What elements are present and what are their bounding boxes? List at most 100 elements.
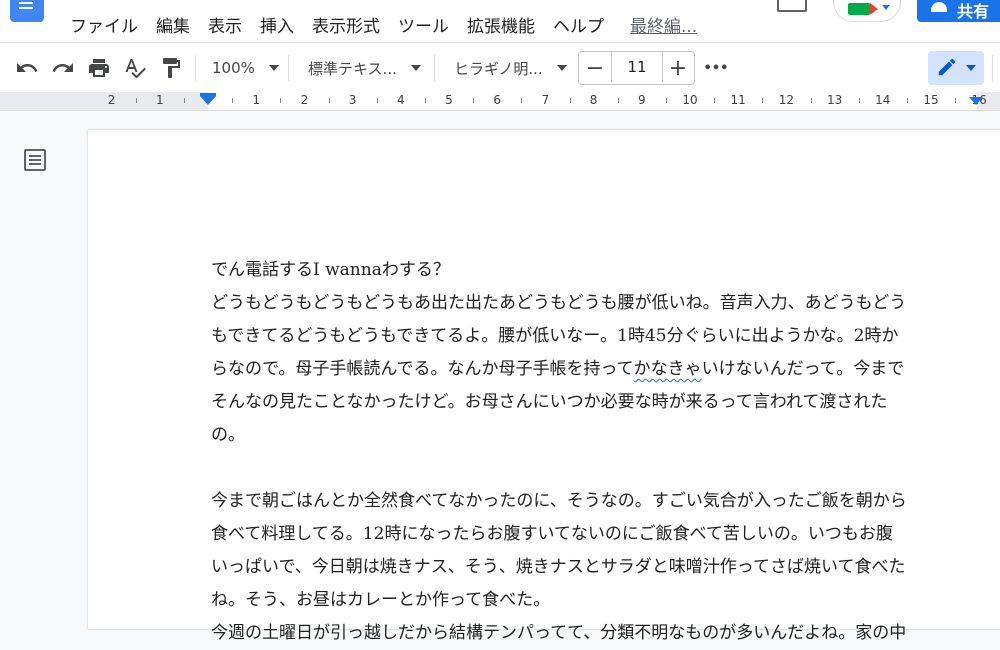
undo-icon xyxy=(17,63,38,72)
document-line[interactable] xyxy=(211,452,981,485)
ruler-number: 7 xyxy=(541,93,550,107)
print-button[interactable] xyxy=(84,43,114,93)
meet-button[interactable] xyxy=(833,0,901,22)
font-select[interactable]: ヒラギノ明... xyxy=(454,43,567,93)
ruler-number: 6 xyxy=(493,93,502,107)
edit-mode-pencil-icon xyxy=(938,58,956,76)
spellcheck-icon xyxy=(125,59,146,79)
style-value: 標準テキス... xyxy=(308,59,397,78)
document-line[interactable]: どうもどうもどうもどうもあ出た出たあどうもどうも腰が低いね。音声入力、あどうもど… xyxy=(211,287,981,320)
ruler-number: 2 xyxy=(300,93,309,107)
toolbar-divider xyxy=(288,55,289,81)
more-icon: ••• xyxy=(703,60,729,76)
ruler-tick xyxy=(858,98,860,103)
toolbar-divider xyxy=(434,55,435,81)
spellcheck-button[interactable] xyxy=(120,43,150,93)
ruler-number: 13 xyxy=(826,93,843,107)
font-size-stepper: − 11 + xyxy=(578,51,695,85)
line-text: 今週の土曜日が引っ越しだから結構テンパってて、分類不明なものが多いんだよね。家の… xyxy=(211,623,907,643)
redo-button[interactable] xyxy=(48,43,78,93)
print-icon xyxy=(89,59,109,77)
document-line[interactable]: いっぱいで、今日朝は焼きナス、そう、焼きナスとサラダと味噌汁作ってさば焼いて食べ… xyxy=(211,551,981,584)
line-text: ね。そう、お昼はカレーとか作って食べた。 xyxy=(211,590,551,610)
top-bar: ファイル 編集 表示 挿入 表示形式 ツール 拡張機能 ヘルプ 最終編... 共… xyxy=(0,0,1000,42)
menu-tools[interactable]: ツール xyxy=(398,12,449,37)
last-edit-link[interactable]: 最終編... xyxy=(630,12,697,37)
ruler-tick xyxy=(617,98,619,103)
decrease-font-size-button[interactable]: − xyxy=(579,52,611,84)
ruler-tick xyxy=(762,98,764,103)
horizontal-ruler[interactable]: 2 1 1 2 3 4 5 6 7 8 9 10 11 12 13 14 15 16 xyxy=(0,92,1000,111)
line-text: でん電話するI wannaわする？ xyxy=(211,260,450,280)
document-line[interactable]: でん電話するI wannaわする？ xyxy=(211,254,981,287)
ruler-tick xyxy=(183,98,185,103)
line-text: 食べて料理してる。12時になったらお腹すいてないのにご飯食べて苦しいの。いつもお… xyxy=(211,524,893,544)
document-line[interactable]: もできてるどうもどうもできてるよ。腰が低いなー。1時45分ぐらいに出ようかな。2… xyxy=(211,320,981,353)
menu-format[interactable]: 表示形式 xyxy=(312,12,380,37)
more-button[interactable]: ••• xyxy=(703,43,729,93)
document-line[interactable]: 今週の土曜日が引っ越しだから結構テンパってて、分類不明なものが多いんだよね。家の… xyxy=(211,617,981,650)
document-line[interactable]: 今まで朝ごはんとか全然食べてなかったのに、そうなの。すごい気合が入ったご飯を朝か… xyxy=(211,485,981,518)
menu-insert[interactable]: 挿入 xyxy=(260,12,294,37)
ruler-tick xyxy=(280,98,282,103)
ruler-number: 10 xyxy=(682,93,698,107)
document-line[interactable]: の。 xyxy=(211,419,981,452)
undo-button[interactable] xyxy=(12,43,42,93)
menu-bar: ファイル 編集 表示 挿入 表示形式 ツール 拡張機能 ヘルプ 最終編... xyxy=(70,12,715,37)
menu-edit[interactable]: 編集 xyxy=(156,12,190,37)
ruler-tick xyxy=(955,98,957,103)
ruler-tick xyxy=(135,98,137,103)
share-label: 共有 xyxy=(957,2,990,21)
line-text: どうもどうもどうもどうもあ出た出たあどうもどうも腰が低いね。音声入力、あどうもど… xyxy=(211,293,907,313)
ruler-number: 8 xyxy=(589,93,598,107)
ruler-number: 4 xyxy=(396,93,405,107)
zoom-select[interactable]: 100% xyxy=(212,43,279,93)
document-line[interactable]: らなので。母子手帳読んでる。なんか母子手帳を持ってかなきゃいけないんだって。今ま… xyxy=(211,353,981,386)
meet-icon xyxy=(848,3,870,15)
outline-icon[interactable] xyxy=(24,149,46,171)
menu-extensions[interactable]: 拡張機能 xyxy=(467,12,535,37)
ruler-tick xyxy=(376,98,378,103)
line-text: そんなの見たことなかったけど。お母さんにいつか必要な時が来るって言われて渡された xyxy=(211,392,888,412)
left-indent-handle[interactable] xyxy=(200,96,216,105)
line-text: の。 xyxy=(211,425,245,445)
line-text: 今まで朝ごはんとか全然食べてなかったのに、そうなの。すごい気合が入ったご飯を朝か… xyxy=(211,491,907,511)
document-body[interactable]: でん電話するI wannaわする？ どうもどうもどうもどうもあ出た出たあどうもどう… xyxy=(211,254,981,650)
share-person-icon xyxy=(931,2,947,12)
font-size-input[interactable]: 11 xyxy=(611,52,663,82)
menu-file[interactable]: ファイル xyxy=(70,12,138,37)
chevron-down-icon xyxy=(268,65,279,71)
docs-logo-icon[interactable] xyxy=(10,0,44,22)
ruler-tick xyxy=(906,98,908,103)
paint-format-button[interactable] xyxy=(156,43,186,93)
spelling-flagged-text[interactable]: かなきゃ xyxy=(634,359,702,379)
zoom-value: 100% xyxy=(212,59,255,77)
menu-view[interactable]: 表示 xyxy=(208,12,242,37)
ruler-number: 2 xyxy=(107,93,116,107)
toolbar: 100% 標準テキス... ヒラギノ明... − 11 + ••• xyxy=(0,42,1000,94)
ruler-number: 5 xyxy=(445,93,453,107)
meet-icon-lens xyxy=(870,3,878,15)
share-button[interactable]: 共有 xyxy=(917,0,1000,22)
ruler-number: 9 xyxy=(637,93,646,107)
document-line[interactable]: そんなの見たことなかったけど。お母さんにいつか必要な時が来るって言われて渡された xyxy=(211,386,981,419)
comment-icon[interactable] xyxy=(777,0,807,12)
chevron-down-icon xyxy=(556,65,567,71)
right-indent-handle[interactable] xyxy=(969,97,983,105)
document-page[interactable]: でん電話するI wannaわする？ どうもどうもどうもどうもあ出た出たあどうもどう… xyxy=(88,130,1000,643)
ruler-number: 12 xyxy=(778,93,795,107)
editing-mode-button[interactable] xyxy=(928,51,984,85)
ruler-tick xyxy=(810,98,812,103)
style-select[interactable]: 標準テキス... xyxy=(308,43,421,93)
menu-help[interactable]: ヘルプ xyxy=(553,12,604,37)
ruler-number: 11 xyxy=(730,93,746,107)
paint-format-icon xyxy=(163,58,180,78)
increase-font-size-button[interactable]: + xyxy=(662,52,694,84)
ruler-tick xyxy=(473,98,475,103)
chevron-down-icon xyxy=(966,65,976,71)
document-line[interactable]: 食べて料理してる。12時になったらお腹すいてないのにご飯食べて苦しいの。いつもお… xyxy=(211,518,981,551)
line-text: もできてるどうもどうもできてるよ。腰が低いなー。1時45分ぐらいに出ようかな。2… xyxy=(211,326,899,346)
ruler-tick xyxy=(424,98,426,103)
document-line[interactable]: ね。そう、お昼はカレーとか作って食べた。 xyxy=(211,584,981,617)
ruler-number: 14 xyxy=(875,93,891,107)
